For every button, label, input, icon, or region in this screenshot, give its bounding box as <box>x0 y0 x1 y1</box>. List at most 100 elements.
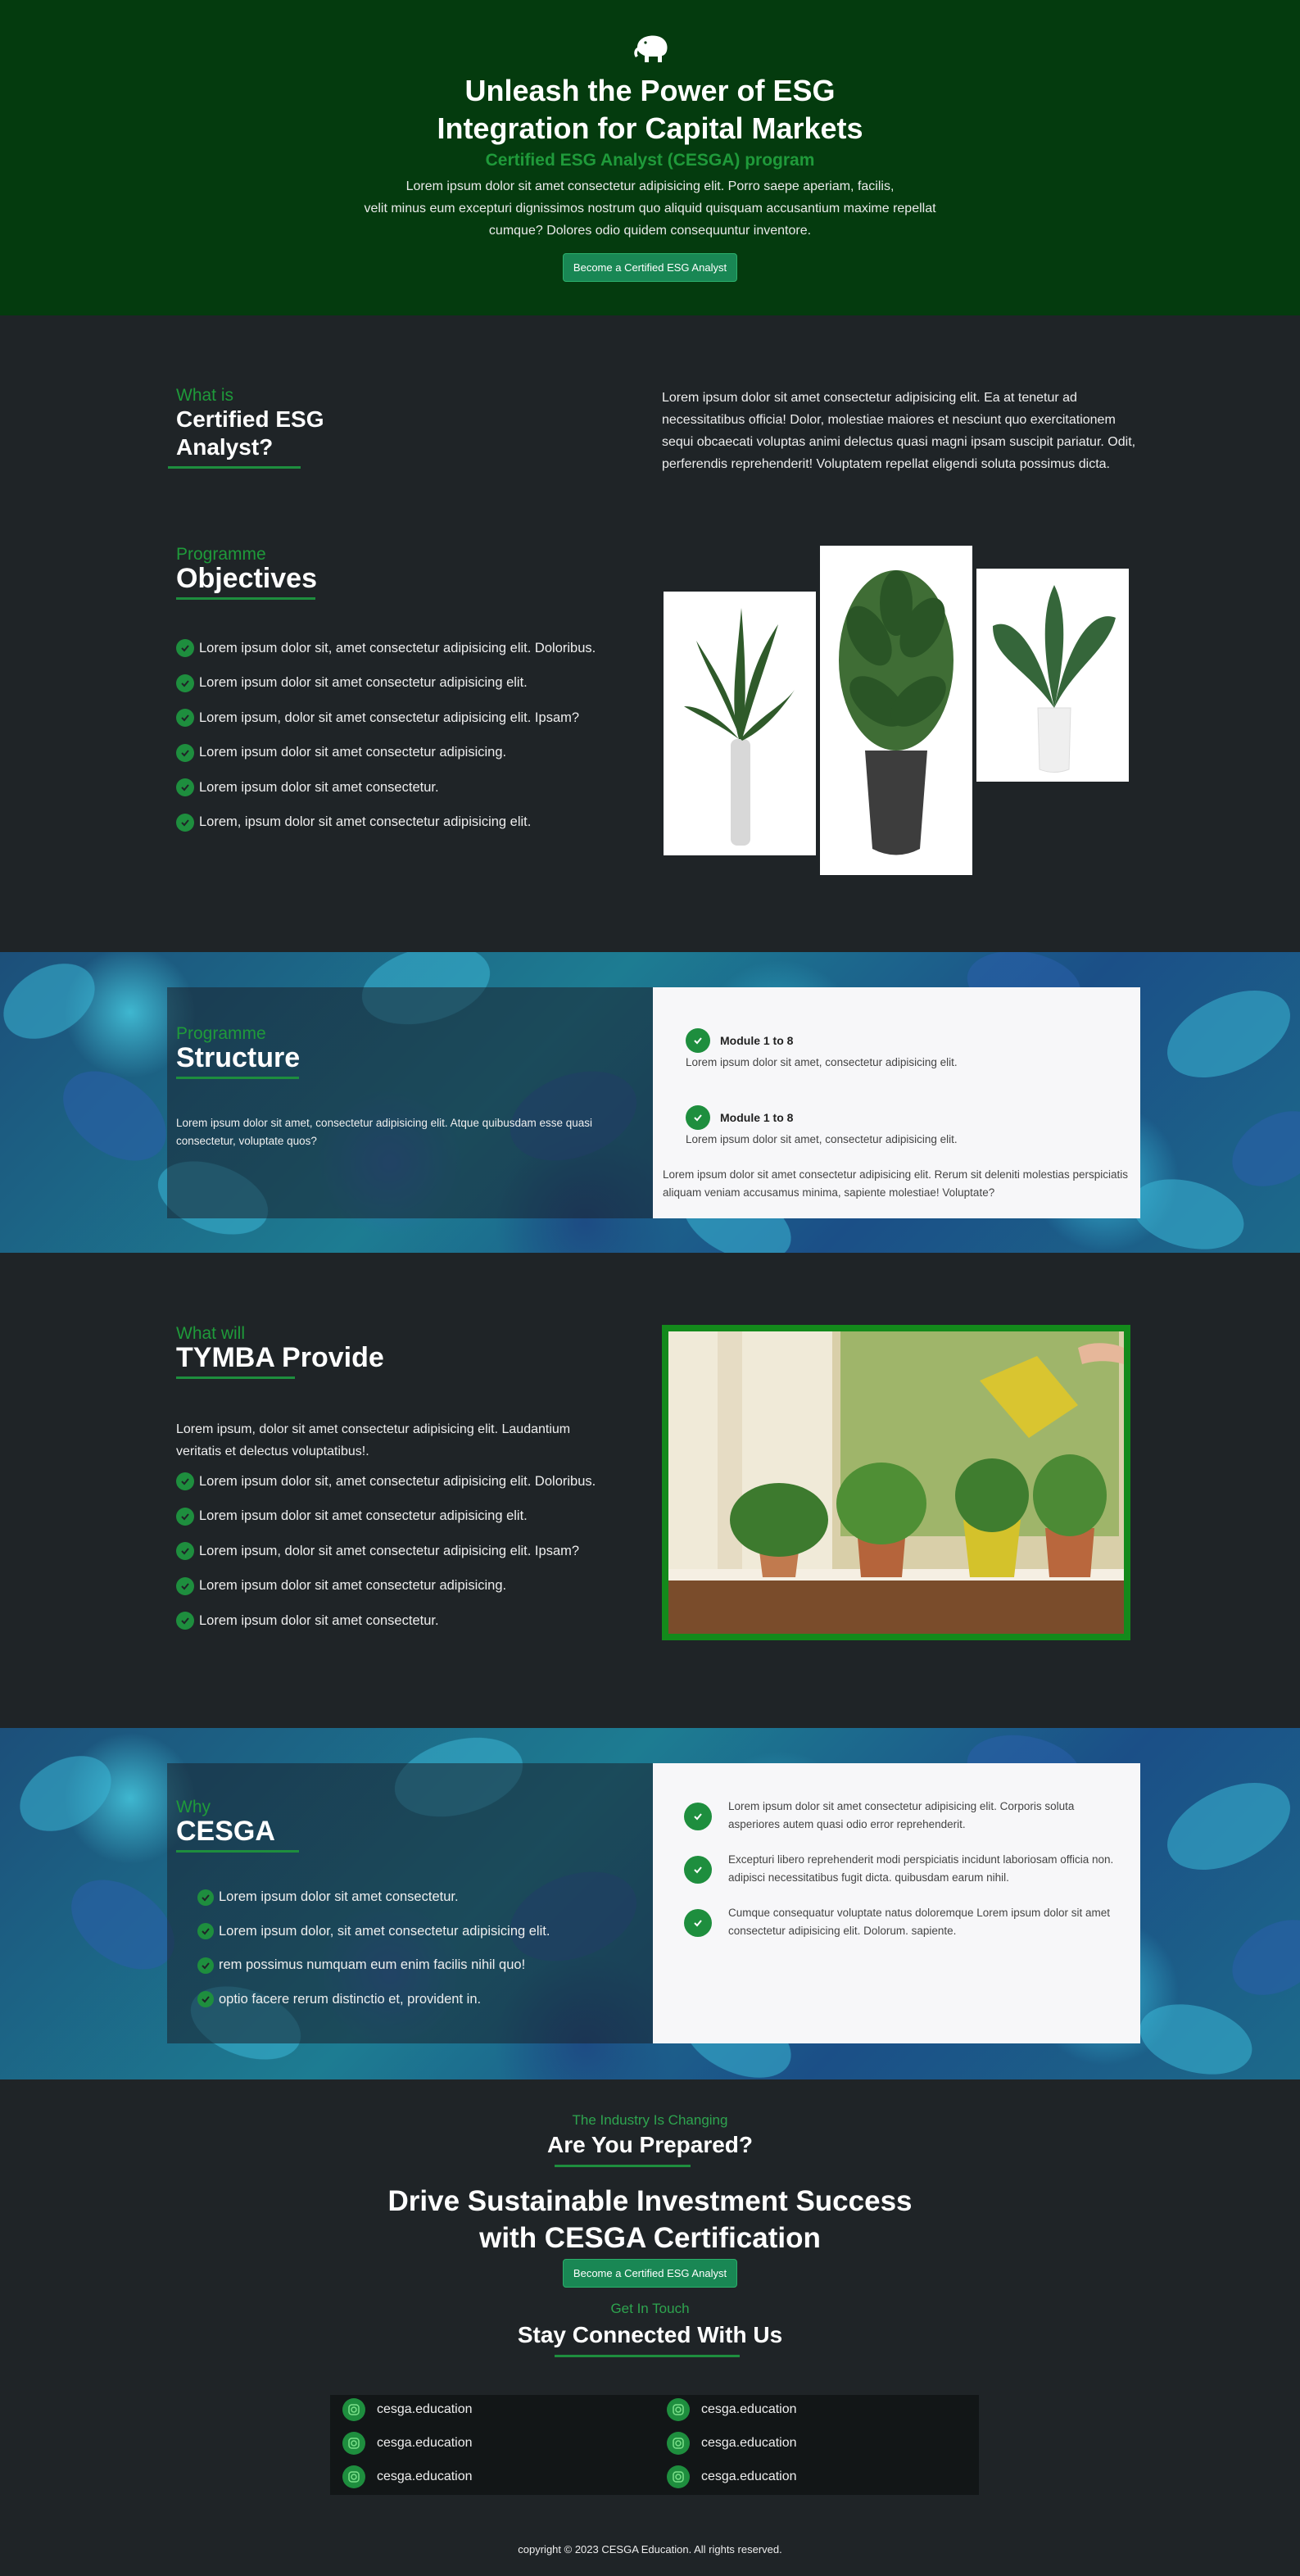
list-item-text: Lorem ipsum dolor sit, amet consectetur … <box>199 640 596 655</box>
what-is-text: Lorem ipsum dolor sit amet consectetur a… <box>662 391 1136 471</box>
benefit-item: Lorem ipsum dolor sit amet consectetur a… <box>684 1798 1126 1834</box>
benefit-text: Cumque consequatur voluptate natus dolor… <box>728 1907 1111 1937</box>
check-icon <box>197 1991 214 2008</box>
check-icon <box>197 1889 214 1906</box>
instagram-icon <box>667 2398 690 2421</box>
list-item-text: Lorem ipsum dolor sit amet consectetur a… <box>199 745 507 760</box>
check-icon <box>176 743 194 762</box>
what-is-title-line2: Analyst? <box>176 434 274 460</box>
hero-desc-line3: cumque? Dolores odio quidem consequuntur… <box>488 224 812 238</box>
benefit-item: Excepturi libero reprehenderit modi pers… <box>684 1851 1126 1887</box>
check-icon <box>176 1612 194 1630</box>
check-badge-icon <box>684 1909 712 1937</box>
accent-divider <box>176 597 315 600</box>
list-item-text: Lorem ipsum dolor sit amet consectetur. <box>199 1612 439 1628</box>
provide-list: Lorem ipsum dolor sit, amet consectetur … <box>176 1464 596 1639</box>
why-heading: Why CESGA <box>176 1798 299 1853</box>
list-item-text: Lorem ipsum dolor sit amet consectetur. <box>219 1889 459 1905</box>
accent-divider <box>168 466 301 469</box>
list-item: Lorem ipsum, dolor sit amet consectetur … <box>176 1534 596 1569</box>
industry-headline-line2: with CESGA Certification <box>479 2222 821 2254</box>
check-badge-icon <box>686 1028 710 1053</box>
check-badge-icon <box>686 1105 710 1130</box>
hero-title: Unleash the Power of ESG Integration for… <box>0 72 1300 147</box>
list-item-text: Lorem ipsum, dolor sit amet consectetur … <box>199 1543 580 1558</box>
list-item: Lorem ipsum, dolor sit amet consectetur … <box>176 701 596 736</box>
contact-title: Stay Connected With Us <box>517 2322 783 2347</box>
accent-divider <box>176 1850 299 1853</box>
instagram-icon <box>342 2432 365 2455</box>
hero-title-line1: Unleash the Power of ESG <box>464 74 836 107</box>
check-badge-icon <box>684 1856 712 1884</box>
become-analyst-button[interactable]: Become a Certified ESG Analyst <box>562 2259 738 2288</box>
list-item: Lorem, ipsum dolor sit amet consectetur … <box>176 805 596 841</box>
industry-kicker: The Industry Is Changing <box>572 2112 728 2128</box>
industry-headline-line1: Drive Sustainable Investment Success <box>387 2185 913 2217</box>
module-item-2: Module 1 to 8 Lorem ipsum dolor sit amet… <box>686 1105 958 1145</box>
instagram-link[interactable]: cesga.education <box>667 2398 797 2421</box>
accent-divider <box>176 1376 295 1379</box>
become-analyst-button[interactable]: Become a Certified ESG Analyst <box>562 253 738 282</box>
check-icon <box>176 813 194 832</box>
what-is-title: Certified ESG Analyst? <box>176 406 324 461</box>
instagram-link[interactable]: cesga.education <box>342 2465 473 2488</box>
instagram-link[interactable]: cesga.education <box>667 2432 797 2455</box>
instagram-icon <box>667 2432 690 2455</box>
instagram-link[interactable]: cesga.education <box>342 2398 473 2421</box>
benefit-text: Lorem ipsum dolor sit amet consectetur a… <box>728 1800 1075 1830</box>
hero-desc-line1: Lorem ipsum dolor sit amet consectetur a… <box>405 179 895 193</box>
check-icon <box>176 1472 194 1491</box>
accent-divider <box>555 2165 691 2167</box>
check-icon <box>197 1923 214 1940</box>
instagram-icon <box>342 2465 365 2488</box>
watering-plants-image <box>662 1325 1130 1640</box>
accent-divider <box>555 2355 740 2357</box>
list-item: Lorem ipsum dolor sit, amet consectetur … <box>176 631 596 666</box>
hero-section: Unleash the Power of ESG Integration for… <box>0 0 1300 315</box>
why-title: CESGA <box>176 1816 275 1847</box>
social-link-text: cesga.education <box>377 2436 473 2450</box>
check-icon <box>176 1542 194 1561</box>
industry-headline: Drive Sustainable Investment Success wit… <box>0 2183 1300 2256</box>
social-link-text: cesga.education <box>701 2402 797 2416</box>
industry-title: Are You Prepared? <box>546 2132 754 2157</box>
list-item: Lorem ipsum dolor sit amet consectetur. <box>176 1603 596 1639</box>
list-item-text: Lorem ipsum dolor sit, amet consectetur … <box>199 1473 596 1489</box>
provide-kicker: What will <box>176 1324 246 1343</box>
module-text: Lorem ipsum dolor sit amet, consectetur … <box>686 1133 958 1145</box>
what-is-title-line1: Certified ESG <box>176 406 324 432</box>
why-kicker: Why <box>176 1798 211 1816</box>
list-item-text: Lorem ipsum dolor sit amet consectetur. <box>199 779 439 795</box>
list-item-text: Lorem ipsum dolor sit amet consectetur a… <box>199 675 528 691</box>
social-link-text: cesga.education <box>377 2402 473 2416</box>
objectives-kicker: Programme <box>176 545 266 564</box>
list-item-text: Lorem, ipsum dolor sit amet consectetur … <box>199 814 532 830</box>
structure-footer-text: Lorem ipsum dolor sit amet consectetur a… <box>663 1168 1128 1199</box>
what-is-kicker: What is <box>176 386 234 405</box>
list-item: rem possimus numquam eum enim facilis ni… <box>197 1948 550 1983</box>
structure-dark-panel <box>167 987 654 1218</box>
list-item: Lorem ipsum dolor sit amet consectetur a… <box>176 736 596 771</box>
list-item: Lorem ipsum dolor sit amet consectetur a… <box>176 1499 596 1535</box>
accent-divider <box>176 1077 299 1079</box>
list-item: Lorem ipsum dolor sit amet consectetur. <box>176 770 596 805</box>
module-title: Module 1 to 8 <box>720 1034 794 1047</box>
module-title: Module 1 to 8 <box>720 1111 794 1124</box>
hero-subtitle: Certified ESG Analyst (CESGA) program <box>485 151 815 170</box>
instagram-link[interactable]: cesga.education <box>667 2465 797 2488</box>
list-item: Lorem ipsum dolor sit amet consectetur a… <box>176 1569 596 1604</box>
structure-heading: Programme Structure <box>176 1024 300 1079</box>
instagram-link[interactable]: cesga.education <box>342 2432 473 2455</box>
elephant-logo-icon <box>631 31 670 64</box>
provide-heading: What will TYMBA Provide <box>176 1324 384 1379</box>
module-item-1: Module 1 to 8 Lorem ipsum dolor sit amet… <box>686 1028 958 1068</box>
list-item: Lorem ipsum dolor sit amet consectetur. <box>197 1880 550 1915</box>
industry-contact-section: The Industry Is Changing Are You Prepare… <box>0 2079 1300 2576</box>
benefit-text: Excepturi libero reprehenderit modi pers… <box>728 1853 1114 1884</box>
check-icon <box>197 1957 214 1974</box>
copyright-text: copyright © 2023 CESGA Education. All ri… <box>518 2543 782 2556</box>
instagram-icon <box>342 2398 365 2421</box>
check-badge-icon <box>684 1803 712 1830</box>
objectives-heading: Programme Objectives <box>176 545 317 600</box>
social-link-text: cesga.education <box>701 2469 797 2483</box>
